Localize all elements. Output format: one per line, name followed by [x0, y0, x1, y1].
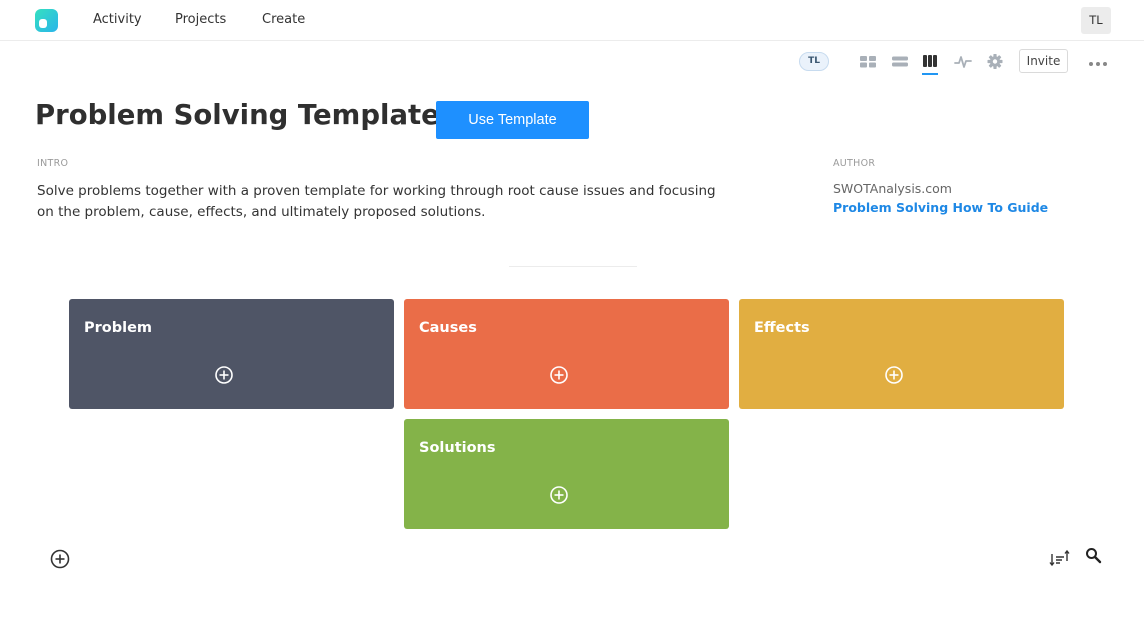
column-title: Effects [754, 320, 810, 336]
column-title: Solutions [419, 440, 496, 456]
nav-create[interactable]: Create [262, 12, 305, 27]
user-avatar[interactable]: TL [1081, 7, 1111, 34]
app-logo[interactable] [35, 9, 58, 32]
active-view-indicator [922, 73, 938, 75]
activity-icon[interactable] [954, 53, 972, 70]
column-title: Causes [419, 320, 477, 336]
add-card-icon[interactable] [549, 365, 569, 385]
add-card-icon[interactable] [549, 485, 569, 505]
page-title: Problem Solving Template [35, 99, 440, 131]
nav-activity[interactable]: Activity [93, 12, 142, 27]
grid-view-icon[interactable] [859, 53, 877, 70]
use-template-button[interactable]: Use Template [436, 101, 589, 139]
member-avatar[interactable]: TL [799, 52, 829, 71]
list-view-icon[interactable] [891, 53, 909, 70]
column-solutions[interactable]: Solutions [404, 419, 729, 529]
add-column-icon[interactable] [49, 548, 71, 570]
add-card-icon[interactable] [214, 365, 234, 385]
intro-label: INTRO [37, 158, 69, 169]
intro-text: Solve problems together with a proven te… [37, 183, 716, 220]
column-effects[interactable]: Effects [739, 299, 1064, 409]
top-navbar: Activity Projects Create TL [0, 0, 1144, 41]
nav-projects[interactable]: Projects [175, 12, 226, 27]
column-title: Problem [84, 320, 153, 336]
invite-button[interactable]: Invite [1019, 49, 1068, 73]
column-causes[interactable]: Causes [404, 299, 729, 409]
sort-icon[interactable] [1049, 549, 1071, 567]
author-name: SWOTAnalysis.com [833, 181, 952, 196]
author-guide-link[interactable]: Problem Solving How To Guide [833, 200, 1048, 215]
author-label: AUTHOR [833, 158, 876, 169]
settings-icon[interactable] [986, 53, 1004, 70]
add-card-icon[interactable] [884, 365, 904, 385]
more-options-icon[interactable] [1088, 55, 1108, 67]
search-icon[interactable] [1085, 547, 1102, 564]
board-view-icon[interactable] [921, 53, 939, 70]
column-problem[interactable]: Problem [69, 299, 394, 409]
section-divider [509, 266, 637, 267]
